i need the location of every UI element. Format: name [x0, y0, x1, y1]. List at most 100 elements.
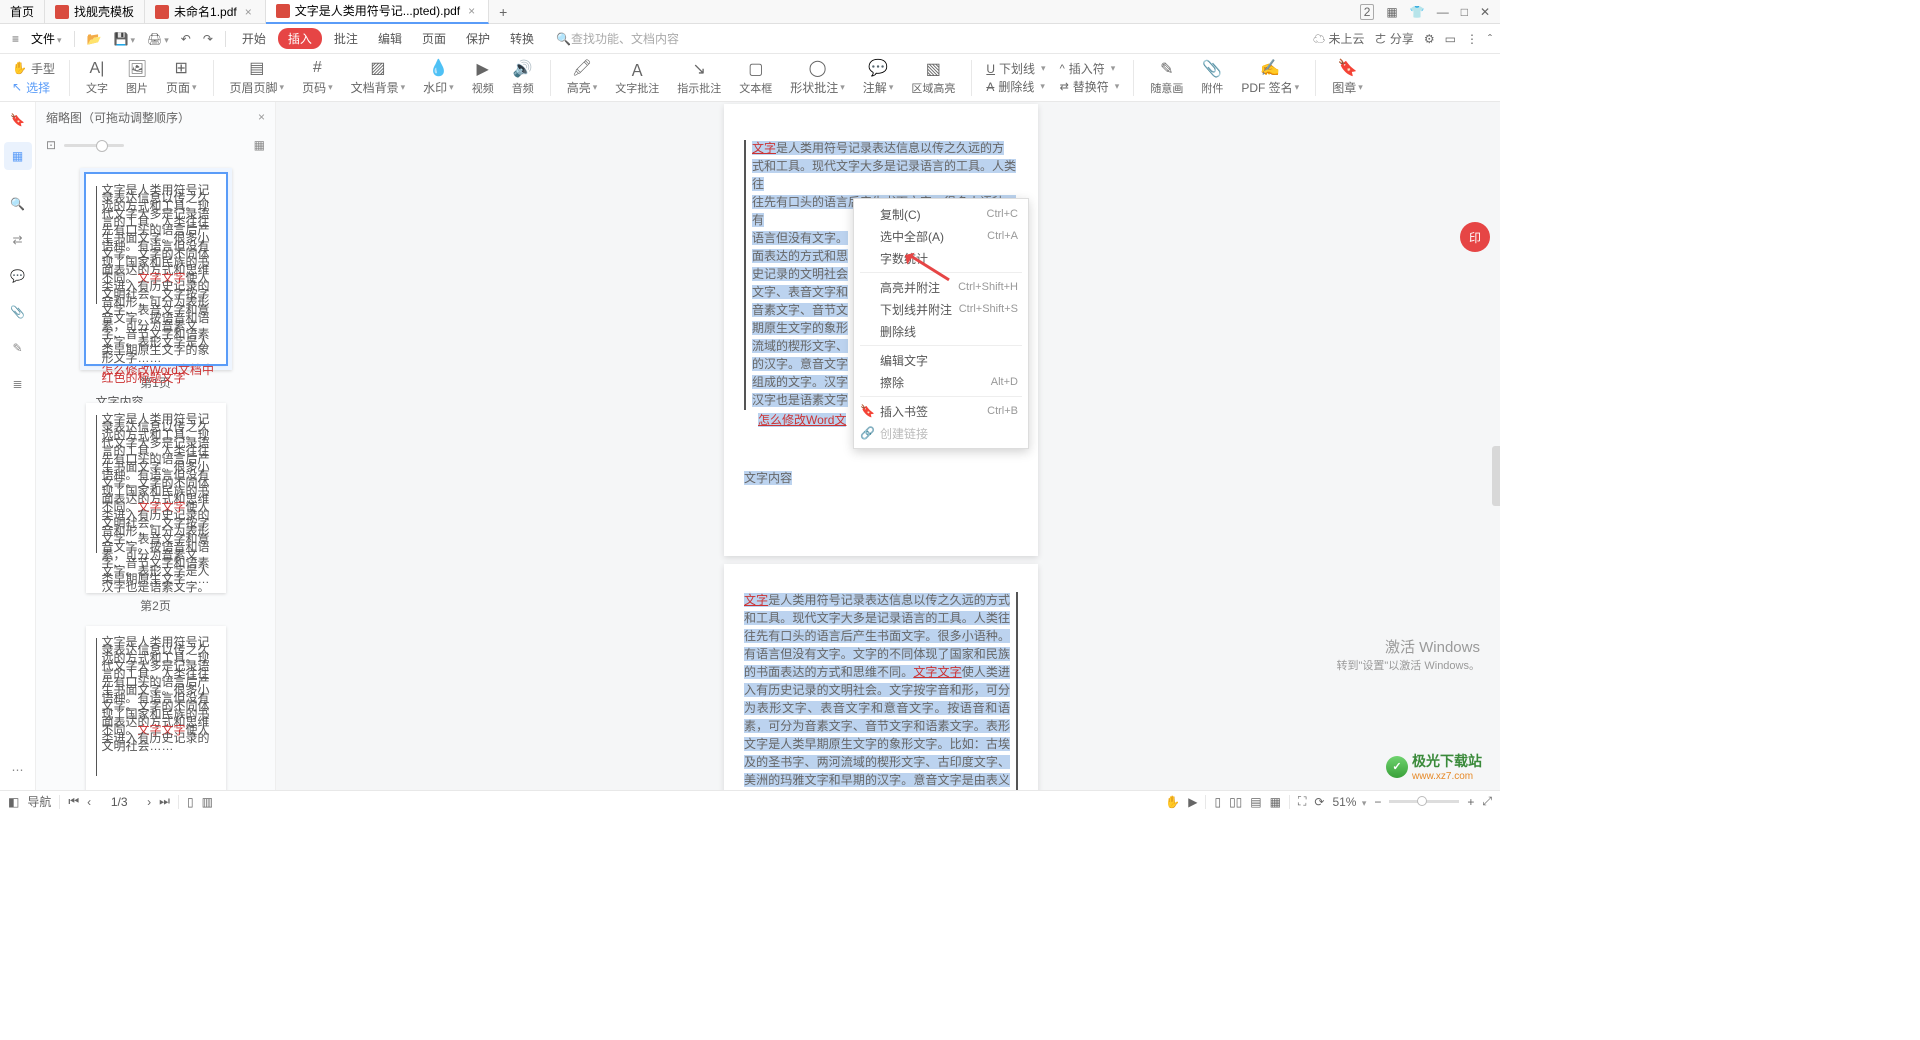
tool-attach[interactable]: 📎附件: [1195, 60, 1229, 96]
thumb-fit-icon[interactable]: ⊡: [46, 138, 56, 152]
tool-underline[interactable]: U 下划线▾: [986, 60, 1045, 77]
settings-icon[interactable]: ⚙: [1424, 32, 1435, 46]
tool-audio[interactable]: 🔊音频: [506, 60, 540, 96]
fit-icon[interactable]: ⛶: [1298, 794, 1306, 809]
tool-watermark[interactable]: 💧水印▾: [417, 59, 460, 96]
expand-icon[interactable]: ˆ: [1488, 32, 1492, 46]
thumb-grid-icon[interactable]: ▦: [254, 138, 265, 152]
tool-caret[interactable]: ^ 插入符▾: [1060, 60, 1120, 77]
close-icon[interactable]: ✕: [1480, 5, 1490, 19]
compare-icon[interactable]: ⇄: [4, 226, 32, 254]
tool-shape[interactable]: ◯形状批注▾: [784, 59, 851, 96]
monitor-icon[interactable]: ▭: [1445, 32, 1456, 46]
tab-template[interactable]: 找舰壳模板: [45, 0, 145, 24]
side-handle[interactable]: [1492, 446, 1500, 506]
menu-annot[interactable]: 批注: [326, 30, 366, 47]
layers-icon[interactable]: ≣: [4, 370, 32, 398]
sign-icon[interactable]: ✎: [4, 334, 32, 362]
panel-close-icon[interactable]: ×: [258, 110, 265, 124]
page-layout4-icon[interactable]: ▦: [1270, 795, 1281, 809]
select-mode[interactable]: ↖选择: [12, 79, 55, 96]
print-icon[interactable]: 🖨▾: [143, 32, 173, 46]
tool-replace[interactable]: ⇄ 替换符▾: [1060, 78, 1120, 95]
thumb-page-2[interactable]: 文字是人类用符号记录表达信息以传之久远的方式和工具。现代文字大多是记录语言的工具…: [86, 403, 226, 593]
zoom-in-icon[interactable]: +: [1467, 795, 1474, 809]
search-box[interactable]: 🔍 查找功能、文档内容: [556, 30, 679, 47]
ctx-erase[interactable]: 擦除Alt+D: [854, 371, 1028, 393]
page-layout2-icon[interactable]: ▯▯: [1229, 795, 1242, 809]
file-menu[interactable]: 文件▾: [27, 30, 66, 47]
thumb-page-3[interactable]: 文字是人类用符号记录表达信息以传之久远的方式和工具。现代文字大多是记录语言的工具…: [86, 626, 226, 790]
zoom-out-icon[interactable]: −: [1374, 795, 1381, 809]
ctx-underline-note[interactable]: 下划线并附注Ctrl+Shift+S: [854, 298, 1028, 320]
tool-image[interactable]: 🖼图片: [120, 60, 154, 96]
document-canvas[interactable]: 文字是人类用符号记录表达信息以传之久远的方 式和工具。现代文字大多是记录语言的工…: [276, 102, 1500, 790]
tab-close[interactable]: ×: [465, 4, 478, 18]
home-tab[interactable]: 首页: [0, 0, 45, 24]
menu-edit[interactable]: 编辑: [370, 30, 410, 47]
page-input[interactable]: [99, 795, 139, 809]
redo-icon[interactable]: ↷: [199, 32, 217, 46]
page-layout1-icon[interactable]: ▯: [1214, 795, 1221, 809]
first-page-icon[interactable]: ⏮: [68, 794, 79, 809]
undo-icon[interactable]: ↶: [177, 32, 195, 46]
thumbnail-icon[interactable]: ▦: [4, 142, 32, 170]
tool-highlight[interactable]: 🖍高亮▾: [561, 59, 604, 96]
last-page-icon[interactable]: ⏭: [159, 794, 170, 809]
next-page-icon[interactable]: ›: [147, 795, 151, 809]
save-icon[interactable]: 💾▾: [110, 32, 139, 46]
tool-note[interactable]: 💬注解▾: [857, 59, 900, 96]
menu-page[interactable]: 页面: [414, 30, 454, 47]
thumb-page-1[interactable]: 文字是人类用符号记录表达信息以传之久远的方式和工具。现代文字大多是记录语言的工具…: [86, 174, 226, 364]
zoom-slider[interactable]: [1389, 800, 1459, 803]
share-button[interactable]: ㄜ 分享: [1375, 30, 1414, 47]
comment-icon[interactable]: 💬: [4, 262, 32, 290]
ctx-highlight-note[interactable]: 高亮并附注Ctrl+Shift+H: [854, 276, 1028, 298]
tool-freedraw[interactable]: ✎随意画: [1144, 60, 1189, 96]
more-rail-icon[interactable]: ⋯: [4, 756, 32, 784]
page-layout3-icon[interactable]: ▤: [1250, 795, 1261, 809]
tool-page[interactable]: ⊞页面▾: [160, 59, 203, 96]
ctx-strike[interactable]: 删除线: [854, 320, 1028, 342]
tool-headerfooter[interactable]: ▤页眉页脚▾: [224, 59, 291, 96]
tab-doc2[interactable]: 文字是人类用符号记...pted).pdf×: [266, 0, 489, 24]
ctx-selectall[interactable]: 选中全部(A)Ctrl+A: [854, 225, 1028, 247]
tab-add[interactable]: +: [489, 4, 517, 20]
hand-mode[interactable]: ✋手型: [12, 60, 55, 77]
text-link[interactable]: 怎么修改Word文: [758, 413, 846, 427]
search-icon[interactable]: 🔍: [4, 190, 32, 218]
minimize-icon[interactable]: —: [1437, 5, 1449, 19]
prev-page-icon[interactable]: ‹: [87, 795, 91, 809]
text-link[interactable]: 文字: [744, 593, 768, 607]
cloud-status[interactable]: ☁ 未上云: [1313, 30, 1364, 47]
rotate-icon[interactable]: ⟳: [1314, 795, 1324, 809]
tool-pagenum[interactable]: #页码▾: [296, 59, 339, 96]
tab-close[interactable]: ×: [242, 5, 255, 19]
skin-icon[interactable]: 👕: [1410, 5, 1425, 19]
ctx-wordcount[interactable]: 字数统计: [854, 247, 1028, 269]
nav-label[interactable]: 导航: [27, 793, 51, 810]
counter-icon[interactable]: 2: [1360, 4, 1375, 20]
sidebar-toggle-icon[interactable]: ◧: [8, 795, 19, 809]
tool-stamp[interactable]: 🔖图章▾: [1326, 59, 1369, 96]
tool-sign[interactable]: ✍PDF 签名▾: [1235, 59, 1305, 96]
text-link[interactable]: 文字文字: [913, 665, 961, 679]
tab-doc1[interactable]: 未命名1.pdf×: [145, 0, 266, 24]
view-cont-icon[interactable]: ▥: [202, 795, 213, 809]
view-single-icon[interactable]: ▯: [187, 795, 194, 809]
menu-start[interactable]: 开始: [234, 30, 274, 47]
thumb-size-slider[interactable]: [64, 144, 124, 147]
attachment-icon[interactable]: 📎: [4, 298, 32, 326]
tool-pointerannot[interactable]: ↘指示批注: [671, 60, 727, 96]
open-icon[interactable]: 📂: [83, 32, 106, 46]
tool-textbox[interactable]: ▢文本框: [733, 60, 778, 96]
maximize-icon[interactable]: □: [1461, 5, 1468, 19]
ctx-bookmark[interactable]: 🔖插入书签Ctrl+B: [854, 400, 1028, 422]
play-icon[interactable]: ▶: [1188, 795, 1197, 809]
tool-strike[interactable]: A 删除线▾: [986, 78, 1045, 95]
menu-insert[interactable]: 插入: [278, 28, 322, 49]
hand-icon[interactable]: ✋: [1165, 795, 1180, 809]
menu-convert[interactable]: 转换: [502, 30, 542, 47]
ctx-copy[interactable]: 复制(C)Ctrl+C: [854, 203, 1028, 225]
ctx-edit-text[interactable]: 编辑文字: [854, 349, 1028, 371]
